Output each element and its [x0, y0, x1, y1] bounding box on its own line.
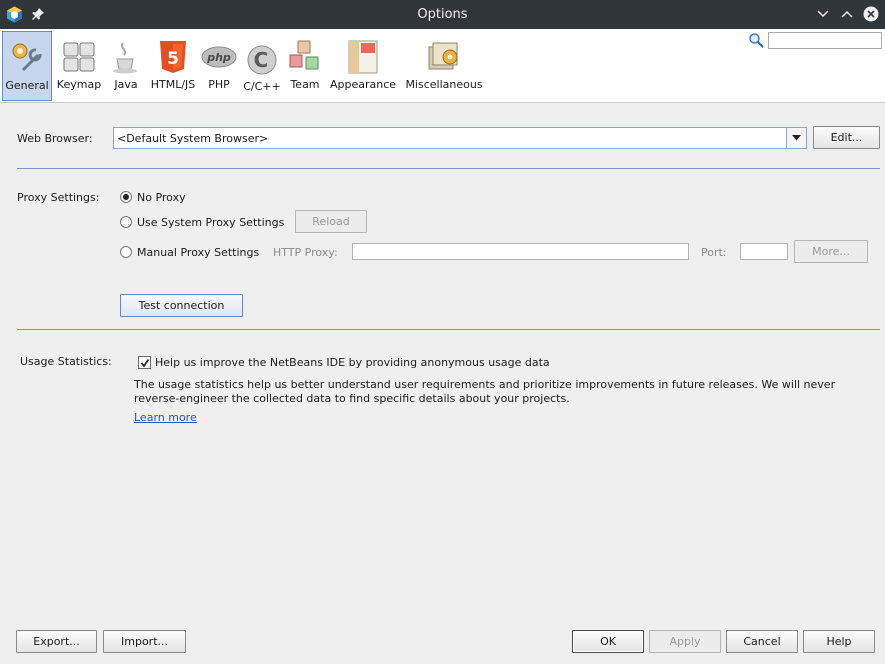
category-keymap[interactable]: Keymap [54, 31, 104, 101]
system-proxy-radio[interactable] [120, 216, 132, 228]
category-miscellaneous[interactable]: Miscellaneous [402, 31, 486, 101]
category-label: General [5, 79, 49, 92]
import-button[interactable]: Import... [103, 630, 186, 653]
usage-statistics-checkbox-label[interactable]: Help us improve the NetBeans IDE by prov… [155, 356, 550, 369]
search-input[interactable] [768, 32, 882, 49]
category-java[interactable]: Java [106, 31, 146, 101]
svg-text:C: C [254, 48, 269, 72]
category-label: C/C++ [243, 80, 281, 93]
cancel-button[interactable]: Cancel [726, 630, 798, 653]
usage-statistics-checkbox[interactable] [138, 356, 151, 369]
web-browser-select[interactable]: <Default System Browser> [113, 127, 807, 149]
dropdown-arrow-icon[interactable] [786, 128, 806, 148]
help-button[interactable]: Help [803, 630, 875, 653]
general-icon [12, 43, 42, 72]
maximize-icon[interactable] [839, 6, 855, 22]
category-cpp[interactable]: C C/C++ [240, 31, 284, 101]
edit-browser-button[interactable]: Edit... [813, 126, 880, 149]
manual-proxy-label[interactable]: Manual Proxy Settings [137, 246, 259, 259]
html5-icon: 5 [160, 41, 186, 73]
category-php[interactable]: php PHP [200, 31, 238, 101]
cpp-icon: C [247, 45, 277, 75]
svg-text:php: php [206, 51, 231, 64]
manual-proxy-radio[interactable] [120, 246, 132, 258]
category-label: Java [114, 78, 138, 91]
svg-text:5: 5 [167, 49, 179, 69]
team-icon [289, 40, 319, 70]
category-appearance[interactable]: Appearance [326, 31, 400, 101]
category-label: Keymap [56, 78, 102, 91]
category-label: Team [290, 78, 320, 91]
apply-button[interactable]: Apply [649, 630, 721, 653]
category-html-js[interactable]: 5 HTML/JS [148, 31, 198, 101]
usage-statistics-label: Usage Statistics: [20, 355, 112, 368]
test-connection-button[interactable]: Test connection [120, 294, 243, 317]
category-label: PHP [208, 78, 230, 91]
reload-button[interactable]: Reload [295, 210, 367, 233]
more-button[interactable]: More... [794, 240, 868, 263]
java-icon [113, 42, 137, 74]
php-icon: php [201, 46, 237, 68]
close-icon[interactable] [863, 6, 879, 22]
minimize-icon[interactable] [815, 6, 831, 22]
category-label: Appearance [329, 78, 397, 91]
ok-button[interactable]: OK [572, 630, 644, 653]
category-label: Miscellaneous [405, 78, 483, 91]
window-title: Options [417, 7, 468, 22]
port-input[interactable] [740, 243, 788, 260]
no-proxy-radio[interactable] [120, 191, 132, 203]
port-label: Port: [701, 246, 727, 259]
web-browser-label: Web Browser: [17, 132, 93, 145]
appearance-icon [348, 40, 378, 74]
proxy-settings-label: Proxy Settings: [17, 191, 100, 204]
web-browser-value: <Default System Browser> [117, 132, 269, 145]
system-proxy-label[interactable]: Use System Proxy Settings [137, 216, 284, 229]
category-team[interactable]: Team [286, 31, 324, 101]
checkmark-icon [140, 358, 150, 368]
category-general[interactable]: General [2, 31, 52, 101]
title-bar: Options [0, 0, 885, 29]
category-label: HTML/JS [150, 78, 196, 91]
keymap-icon [63, 42, 95, 72]
category-toolbar: General Keymap Java 5 HTML/JS php PHP C … [0, 29, 885, 103]
miscellaneous-icon [428, 42, 458, 70]
http-proxy-label: HTTP Proxy: [273, 246, 338, 259]
separator [17, 329, 880, 330]
usage-description: The usage statistics help us better unde… [134, 378, 836, 405]
learn-more-link[interactable]: Learn more [134, 411, 197, 424]
no-proxy-label[interactable]: No Proxy [137, 191, 186, 204]
export-button[interactable]: Export... [16, 630, 97, 653]
http-proxy-input[interactable] [352, 243, 689, 260]
separator [17, 168, 880, 169]
search-icon [749, 33, 764, 48]
